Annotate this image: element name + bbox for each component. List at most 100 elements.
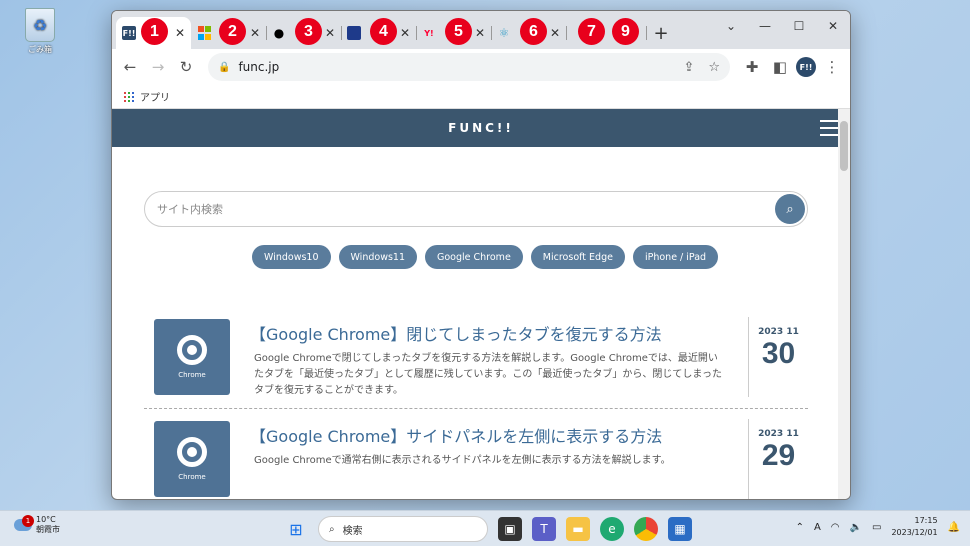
- thumbnail-label: Chrome: [178, 473, 206, 481]
- address-bar[interactable]: 🔒 func.jp ⇪ ☆: [208, 53, 730, 81]
- apple-favicon-icon: ●: [273, 26, 285, 40]
- task-view-icon[interactable]: ▣: [498, 517, 522, 541]
- annotation-badge-4: 4: [370, 18, 397, 45]
- article-description: Google Chromeで通常右側に表示されるサイドパネルを左側に表示する方法…: [254, 455, 671, 466]
- minimize-button[interactable]: —: [748, 11, 782, 41]
- site-logo[interactable]: FUNC!!: [448, 121, 514, 135]
- chrome-window: F!! ✕ ✕ ● ✕ ✕ Y! ✕ ⚛ ✕ + ⌄ — ☐ ✕ 1 2 3 4…: [111, 10, 851, 500]
- annotation-badge-5: 5: [445, 18, 472, 45]
- apps-grid-icon[interactable]: [124, 91, 134, 102]
- share-icon[interactable]: ⇪: [683, 60, 694, 75]
- article-thumbnail[interactable]: Chrome: [154, 319, 230, 395]
- article-day: 29: [761, 439, 796, 472]
- url-text: func.jp: [238, 60, 280, 74]
- weather-widget[interactable]: 1 10°C 朝霞市: [14, 515, 60, 535]
- react-favicon-icon: ⚛: [498, 26, 510, 40]
- lock-icon[interactable]: 🔒: [218, 62, 230, 73]
- close-tab-icon[interactable]: ✕: [175, 26, 185, 40]
- window-controls: ⌄ — ☐ ✕: [714, 11, 850, 41]
- taskbar: 1 10°C 朝霞市 ⊞ ⌕ 検索 ▣ T ▬ e ▦ ⌃ A ◠ 🔈 ▭ 17:1…: [0, 510, 970, 546]
- chrome-logo-icon: [177, 437, 207, 467]
- profile-avatar[interactable]: F!!: [796, 57, 816, 77]
- article-title[interactable]: 【Google Chrome】閉じてしまったタブを復元する方法: [250, 321, 662, 345]
- weather-city: 朝霞市: [36, 525, 60, 534]
- back-icon[interactable]: ←: [118, 55, 142, 79]
- article-day: 30: [761, 337, 796, 370]
- search-icon: ⌕: [329, 523, 335, 535]
- page-viewport: FUNC!! サイト内検索 ⌕ Windows10 Windows11 Goog…: [112, 109, 850, 499]
- system-tray: ⌃ A ◠ 🔈 ▭ 17:15 2023/12/01 🔔: [796, 515, 960, 539]
- annotation-badge-1: 1: [141, 18, 168, 45]
- tag-microsoft-edge[interactable]: Microsoft Edge: [530, 245, 625, 269]
- tag-windows11[interactable]: Windows11: [338, 245, 417, 269]
- article-item[interactable]: Chrome 【Google Chrome】閉じてしまったタブを復元する方法 G…: [144, 309, 808, 409]
- new-tab-button[interactable]: +: [646, 17, 676, 49]
- recycle-bin-icon[interactable]: ♻ ごみ箱: [22, 8, 58, 55]
- article-item[interactable]: Chrome 【Google Chrome】サイドパネルを左側に表示する方法 G…: [144, 411, 808, 499]
- wifi-icon[interactable]: ◠: [831, 522, 840, 533]
- cloud-icon: 1: [14, 515, 34, 531]
- bookmarks-bar: アプリ: [112, 85, 850, 109]
- edge-icon[interactable]: e: [600, 517, 624, 541]
- reload-icon[interactable]: ↻: [174, 55, 198, 79]
- maximize-button[interactable]: ☐: [782, 11, 816, 41]
- clock[interactable]: 17:15 2023/12/01: [891, 515, 937, 539]
- category-tags: Windows10 Windows11 Google Chrome Micros…: [252, 245, 719, 269]
- battery-icon[interactable]: ▭: [872, 522, 881, 533]
- ime-indicator[interactable]: A: [814, 522, 821, 533]
- search-icon[interactable]: ⌕: [775, 194, 805, 224]
- article-year-month: 2023 11: [758, 327, 799, 337]
- close-tab-icon[interactable]: ✕: [475, 26, 485, 40]
- func-favicon-icon: F!!: [122, 26, 136, 40]
- tab-search-icon[interactable]: ⌄: [714, 11, 748, 41]
- tag-google-chrome[interactable]: Google Chrome: [425, 245, 523, 269]
- weather-badge: 1: [22, 515, 34, 527]
- yahoo-favicon-icon: Y!: [424, 28, 434, 38]
- close-window-button[interactable]: ✕: [816, 11, 850, 41]
- start-windows-icon[interactable]: ⊞: [284, 517, 308, 541]
- news-favicon-icon: [347, 26, 361, 40]
- article-title[interactable]: 【Google Chrome】サイドパネルを左側に表示する方法: [250, 423, 662, 447]
- annotation-badge-9: 9: [612, 18, 639, 45]
- taskbar-search[interactable]: ⌕ 検索: [318, 516, 488, 542]
- site-search-input[interactable]: サイト内検索 ⌕: [144, 191, 808, 227]
- page-scrollbar[interactable]: [838, 109, 850, 499]
- tag-iphone-ipad[interactable]: iPhone / iPad: [632, 245, 719, 269]
- file-explorer-icon[interactable]: ▬: [566, 517, 590, 541]
- taskbar-search-label: 検索: [342, 525, 363, 537]
- hamburger-menu-icon[interactable]: [820, 120, 838, 141]
- scrollbar-thumb[interactable]: [840, 121, 848, 171]
- browser-toolbar: ← → ↻ 🔒 func.jp ⇪ ☆ ✚ ◧ F!! ⋮: [112, 49, 850, 85]
- volume-icon[interactable]: 🔈: [850, 522, 862, 533]
- article-description: Google Chromeで閉じてしまったタブを復元する方法を解説します。Goo…: [254, 353, 722, 396]
- side-panel-icon[interactable]: ◧: [768, 55, 792, 79]
- annotation-badge-2: 2: [219, 18, 246, 45]
- article-date: 2023 11 29: [748, 419, 808, 499]
- close-tab-icon[interactable]: ✕: [400, 26, 410, 40]
- chevron-up-icon[interactable]: ⌃: [796, 522, 804, 533]
- site-header: FUNC!!: [112, 109, 850, 147]
- annotation-badge-6: 6: [520, 18, 547, 45]
- store-icon[interactable]: ▦: [668, 517, 692, 541]
- apps-bookmark[interactable]: アプリ: [140, 89, 170, 104]
- article-date: 2023 11 30: [748, 317, 808, 397]
- bookmark-star-icon[interactable]: ☆: [708, 60, 720, 75]
- notification-bell-icon[interactable]: 🔔: [948, 522, 960, 533]
- annotation-badge-3: 3: [295, 18, 322, 45]
- forward-icon[interactable]: →: [146, 55, 170, 79]
- article-thumbnail[interactable]: Chrome: [154, 421, 230, 497]
- extensions-icon[interactable]: ✚: [740, 55, 764, 79]
- close-tab-icon[interactable]: ✕: [550, 26, 560, 40]
- recycle-icon: ♻: [25, 8, 55, 42]
- taskbar-apps: ⊞ ⌕ 検索 ▣ T ▬ e ▦: [284, 516, 692, 542]
- teams-icon[interactable]: T: [532, 517, 556, 541]
- microsoft-favicon-icon: [197, 26, 211, 40]
- menu-kebab-icon[interactable]: ⋮: [820, 55, 844, 79]
- close-tab-icon[interactable]: ✕: [250, 26, 260, 40]
- recycle-bin-label: ごみ箱: [28, 45, 52, 54]
- annotation-badge-7: 7: [578, 18, 605, 45]
- chrome-icon[interactable]: [634, 517, 658, 541]
- close-tab-icon[interactable]: ✕: [325, 26, 335, 40]
- tag-windows10[interactable]: Windows10: [252, 245, 331, 269]
- date-text: 2023/12/01: [891, 528, 938, 537]
